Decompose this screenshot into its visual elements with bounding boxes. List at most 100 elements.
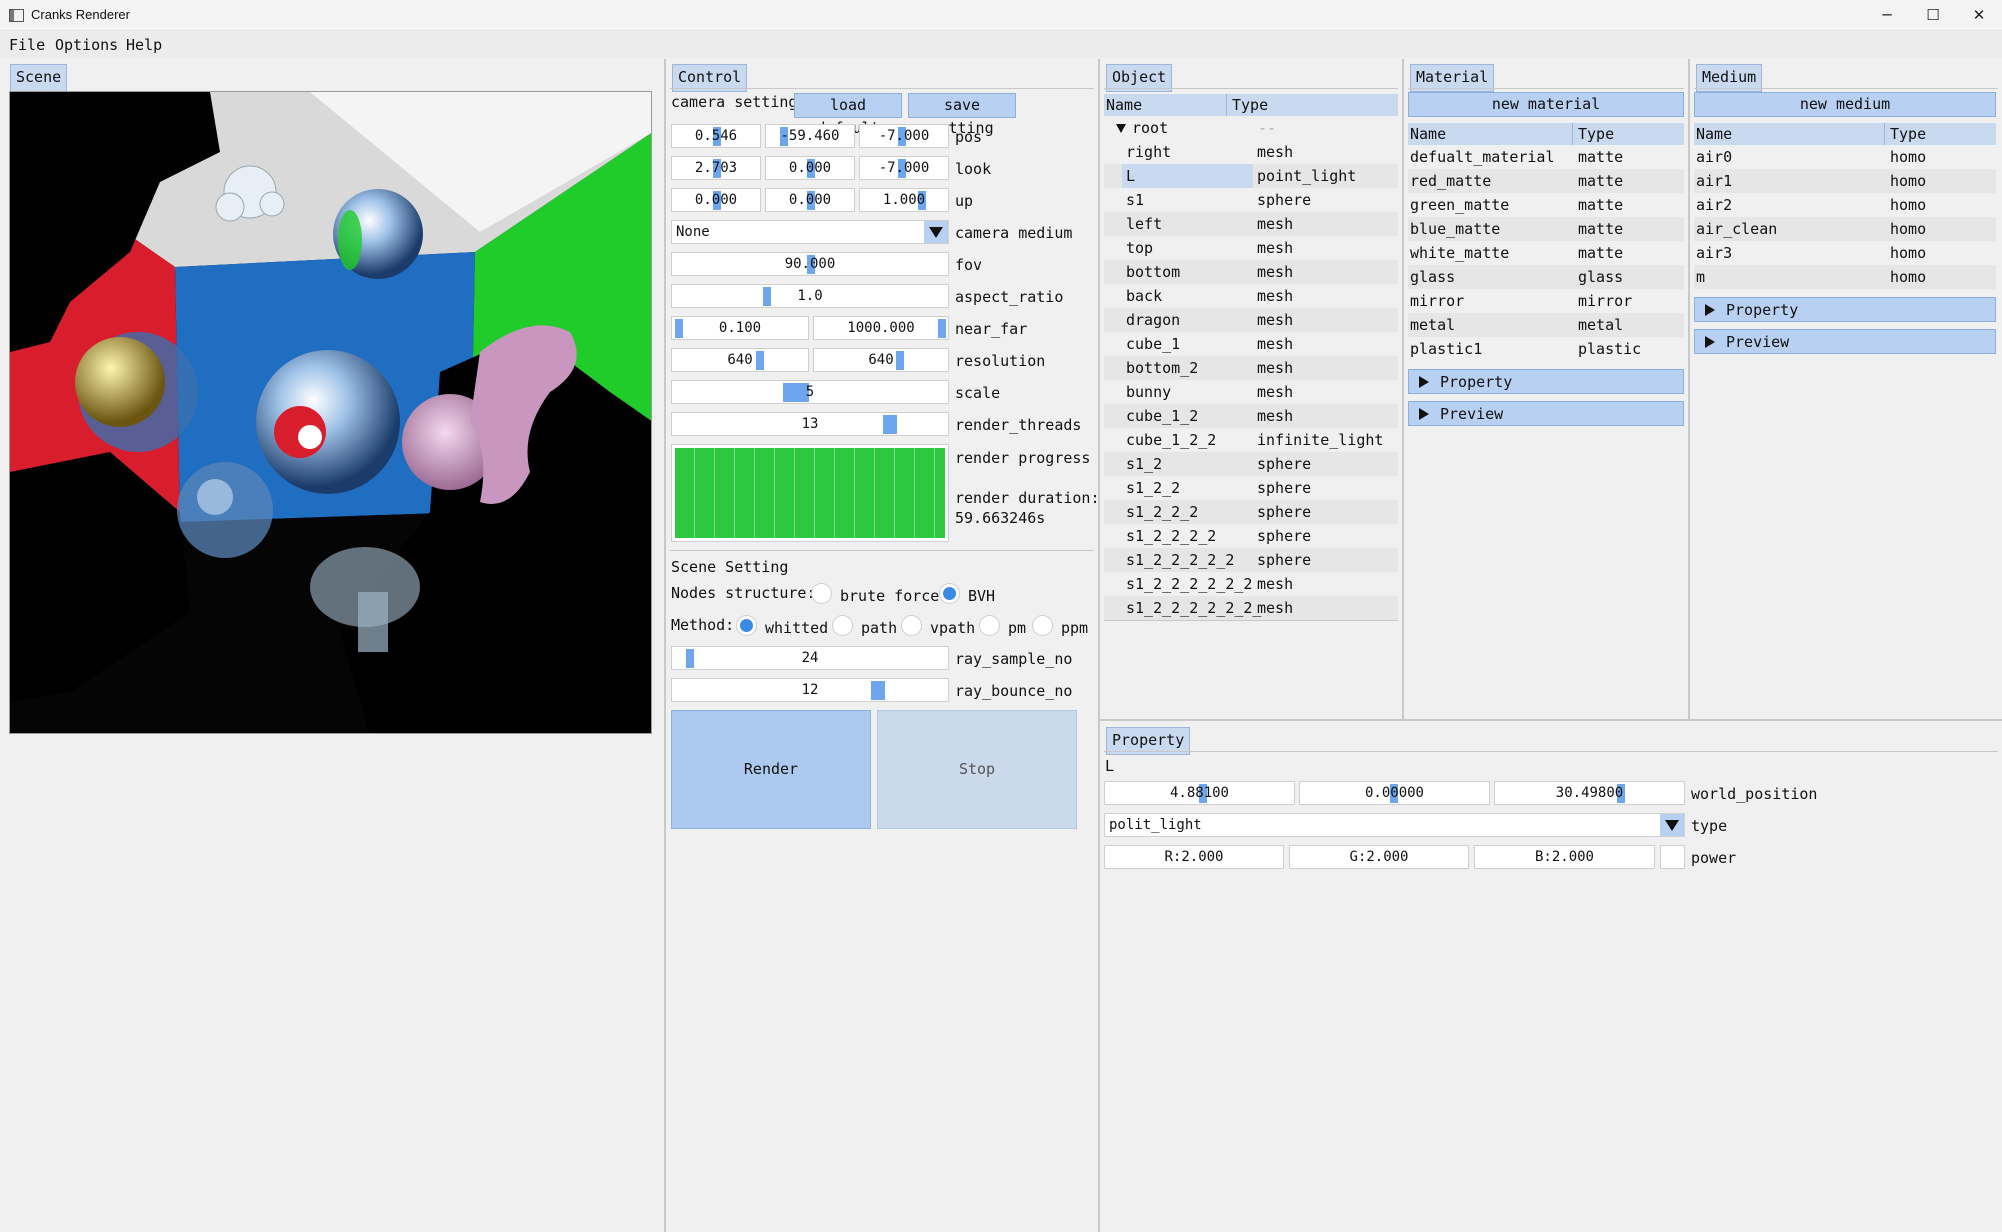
table-row[interactable]: s1_2_2_2_2 sphere bbox=[1104, 524, 1398, 548]
world-position-y-slider[interactable]: 0.00000 bbox=[1299, 781, 1490, 805]
expand-icon bbox=[1419, 376, 1429, 388]
table-row[interactable]: white_matte matte bbox=[1408, 241, 1684, 265]
ray-sample-no-slider[interactable]: 24 bbox=[671, 646, 949, 670]
table-row[interactable]: defualt_material matte bbox=[1408, 145, 1684, 169]
scale-slider[interactable]: 5 bbox=[671, 380, 949, 404]
look-x-slider[interactable]: 2.703 bbox=[671, 156, 761, 180]
render-button[interactable]: Render bbox=[671, 710, 871, 829]
table-row[interactable]: s1_2_2 sphere bbox=[1104, 476, 1398, 500]
table-row[interactable]: cube_1_2 mesh bbox=[1104, 404, 1398, 428]
table-row[interactable]: back mesh bbox=[1104, 284, 1398, 308]
table-row[interactable]: dragon mesh bbox=[1104, 308, 1398, 332]
radio-ppm[interactable] bbox=[1032, 615, 1053, 636]
up-x-slider[interactable]: 0.000 bbox=[671, 188, 761, 212]
table-row[interactable]: s1_2_2_2 sphere bbox=[1104, 500, 1398, 524]
menu-file[interactable]: File bbox=[9, 36, 45, 54]
table-row[interactable]: blue_matte matte bbox=[1408, 217, 1684, 241]
radio-pm[interactable] bbox=[979, 615, 1000, 636]
table-row[interactable]: green_matte matte bbox=[1408, 193, 1684, 217]
table-row[interactable]: bunny mesh bbox=[1104, 380, 1398, 404]
table-row[interactable]: bottom mesh bbox=[1104, 260, 1398, 284]
stop-button[interactable]: Stop bbox=[877, 710, 1077, 829]
look-y-slider[interactable]: 0.000 bbox=[765, 156, 855, 180]
table-row[interactable]: air2 homo bbox=[1694, 193, 1996, 217]
tab-scene[interactable]: Scene bbox=[10, 64, 68, 92]
nodes-structure-label: Nodes structure: bbox=[671, 584, 816, 602]
render-viewport[interactable] bbox=[9, 91, 652, 734]
near-slider[interactable]: 0.100 bbox=[671, 316, 809, 340]
cell-type: sphere bbox=[1257, 551, 1312, 569]
table-row[interactable]: s1_2_2_2_2_2 sphere bbox=[1104, 548, 1398, 572]
radio-whitted[interactable] bbox=[736, 615, 757, 636]
expand-icon[interactable] bbox=[1116, 124, 1126, 133]
power-color-swatch[interactable] bbox=[1660, 845, 1685, 869]
pos-z-slider[interactable]: -7.000 bbox=[859, 124, 949, 148]
table-row[interactable]: air_clean homo bbox=[1694, 217, 1996, 241]
camera-medium-select[interactable]: None bbox=[671, 220, 949, 244]
cell-type: matte bbox=[1578, 244, 1624, 262]
power-g-field[interactable]: G:2.000 bbox=[1289, 845, 1469, 869]
aspect-ratio-slider[interactable]: 1.0 bbox=[671, 284, 949, 308]
table-row[interactable]: cube_1 mesh bbox=[1104, 332, 1398, 356]
fov-slider[interactable]: 90.000 bbox=[671, 252, 949, 276]
render-progress-fill bbox=[675, 448, 945, 538]
table-row[interactable]: glass glass bbox=[1408, 265, 1684, 289]
chevron-down-icon[interactable] bbox=[1660, 814, 1684, 836]
table-row[interactable]: s1 sphere bbox=[1104, 188, 1398, 212]
material-property-header[interactable]: Property bbox=[1408, 369, 1684, 394]
up-z-slider[interactable]: 1.000 bbox=[859, 188, 949, 212]
table-row[interactable]: s1_2_2_2_2_2_2_ mesh bbox=[1104, 596, 1398, 620]
table-row[interactable]: s1_2_2_2_2_2_2 mesh bbox=[1104, 572, 1398, 596]
radio-ppm-label: ppm bbox=[1061, 619, 1089, 637]
table-row[interactable]: red_matte matte bbox=[1408, 169, 1684, 193]
table-row[interactable]: Lpoint_light bbox=[1104, 164, 1398, 188]
world-position-x-slider[interactable]: 4.88100 bbox=[1104, 781, 1295, 805]
chevron-down-icon[interactable] bbox=[924, 221, 948, 243]
radio-path[interactable] bbox=[832, 615, 853, 636]
new-material-button[interactable]: new material bbox=[1408, 92, 1684, 117]
cell-type: homo bbox=[1890, 148, 1927, 166]
table-row[interactable]: s1_2 sphere bbox=[1104, 452, 1398, 476]
table-row[interactable]: air1 homo bbox=[1694, 169, 1996, 193]
pos-x-slider[interactable]: 0.546 bbox=[671, 124, 761, 148]
table-row[interactable]: m homo bbox=[1694, 265, 1996, 289]
table-row[interactable]: left mesh bbox=[1104, 212, 1398, 236]
resolution-width-slider[interactable]: 640 bbox=[671, 348, 809, 372]
world-position-z-slider[interactable]: 30.49800 bbox=[1494, 781, 1685, 805]
render-threads-slider[interactable]: 13 bbox=[671, 412, 949, 436]
table-row[interactable]: air3 homo bbox=[1694, 241, 1996, 265]
table-row[interactable]: cube_1_2_2 infinite_light bbox=[1104, 428, 1398, 452]
radio-brute-force[interactable] bbox=[811, 583, 832, 604]
medium-preview-header[interactable]: Preview bbox=[1694, 329, 1996, 354]
menu-options[interactable]: Options bbox=[55, 36, 118, 54]
medium-property-header[interactable]: Property bbox=[1694, 297, 1996, 322]
look-z-slider[interactable]: -7.000 bbox=[859, 156, 949, 180]
table-row[interactable]: plastic1 plastic bbox=[1408, 337, 1684, 361]
table-row[interactable]: top mesh bbox=[1104, 236, 1398, 260]
menu-help[interactable]: Help bbox=[126, 36, 162, 54]
light-type-select[interactable]: polit_light bbox=[1104, 813, 1685, 837]
table-row[interactable]: metal metal bbox=[1408, 313, 1684, 337]
material-preview-header[interactable]: Preview bbox=[1408, 401, 1684, 426]
table-row[interactable]: mirror mirror bbox=[1408, 289, 1684, 313]
cell-type: matte bbox=[1578, 172, 1624, 190]
load-default-button[interactable]: load default bbox=[794, 93, 902, 137]
tree-root[interactable]: root -- bbox=[1104, 116, 1398, 140]
pos-y-slider[interactable]: -59.460 bbox=[765, 124, 855, 148]
resolution-height-slider[interactable]: 640 bbox=[813, 348, 949, 372]
up-y-slider[interactable]: 0.000 bbox=[765, 188, 855, 212]
save-setting-button[interactable]: save setting bbox=[908, 93, 1016, 137]
minimize-button[interactable]: ─ bbox=[1864, 0, 1910, 31]
table-row[interactable]: bottom_2 mesh bbox=[1104, 356, 1398, 380]
radio-bvh[interactable] bbox=[939, 583, 960, 604]
power-b-field[interactable]: B:2.000 bbox=[1474, 845, 1655, 869]
new-medium-button[interactable]: new medium bbox=[1694, 92, 1996, 117]
close-button[interactable]: ✕ bbox=[1956, 0, 2002, 31]
far-slider[interactable]: 1000.000 bbox=[813, 316, 949, 340]
maximize-button[interactable]: ☐ bbox=[1910, 0, 1956, 31]
table-row[interactable]: right mesh bbox=[1104, 140, 1398, 164]
power-r-field[interactable]: R:2.000 bbox=[1104, 845, 1284, 869]
table-row[interactable]: air0 homo bbox=[1694, 145, 1996, 169]
ray-bounce-no-slider[interactable]: 12 bbox=[671, 678, 949, 702]
radio-vpath[interactable] bbox=[901, 615, 922, 636]
